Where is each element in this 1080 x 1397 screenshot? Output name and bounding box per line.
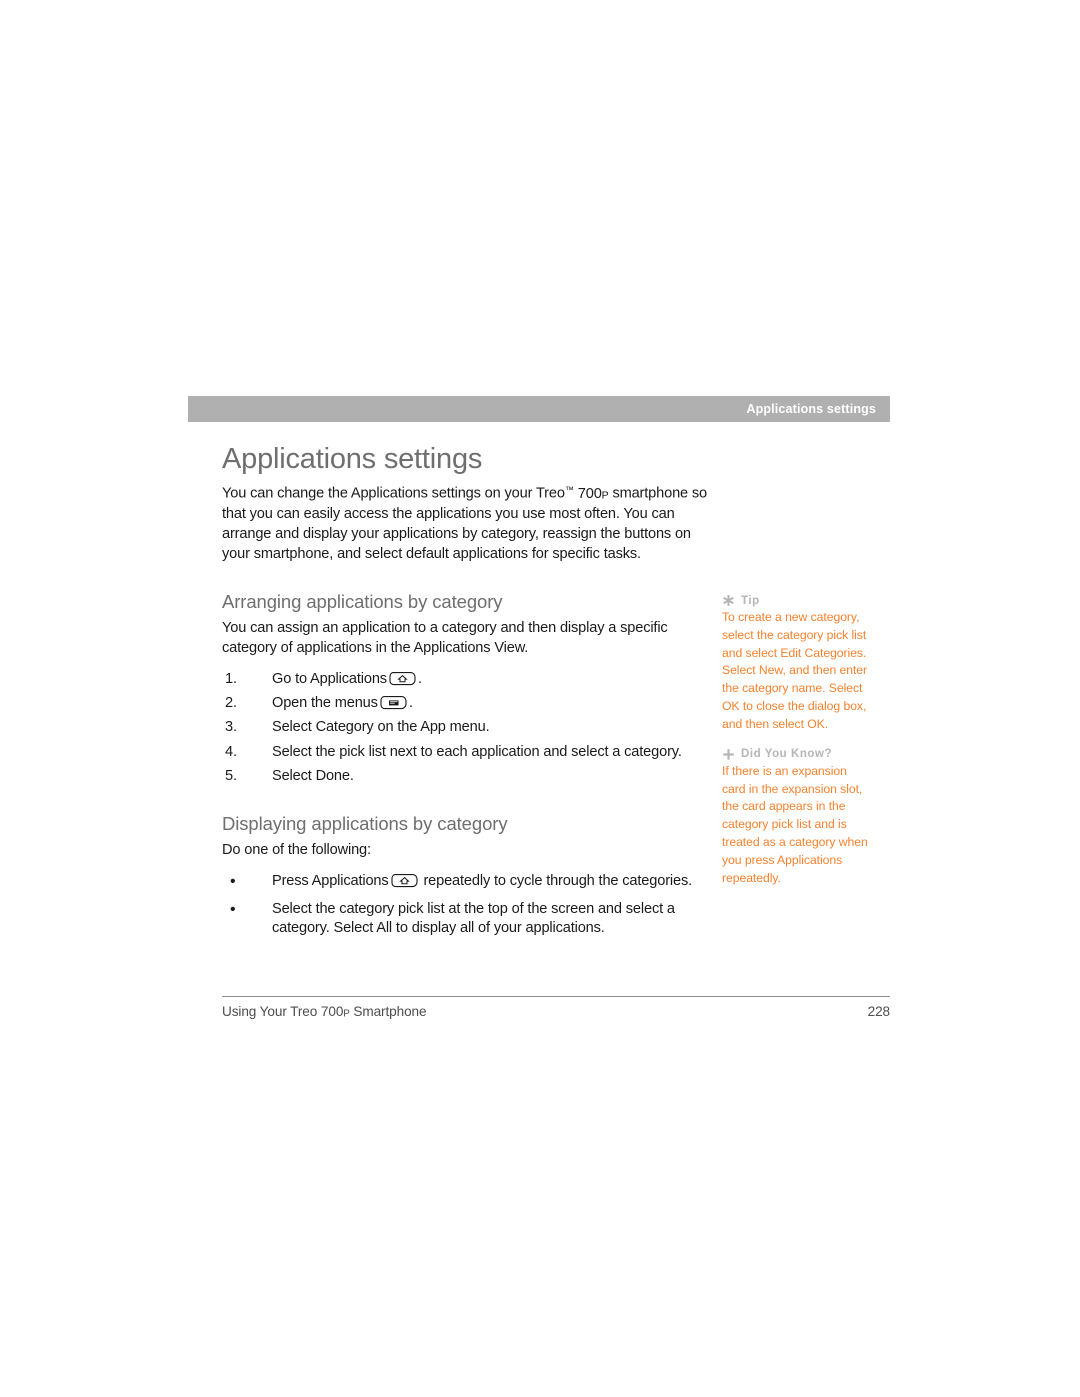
list-item: 5. Select Done. (222, 767, 710, 786)
footer-product-number: 700 (320, 1004, 344, 1019)
list-item-text-after: repeatedly to cycle through the categori… (423, 872, 693, 889)
list-item-text: Open the menus (272, 694, 378, 711)
home-key-icon (389, 671, 416, 686)
list-marker: 2. (225, 694, 237, 711)
footer-text-after: Smartphone (349, 1004, 427, 1019)
list-item-text: Press Applications (272, 872, 389, 889)
main-content-column: Applications settings You can change the… (222, 444, 710, 948)
home-key-icon (390, 873, 418, 888)
asterisk-icon (722, 594, 735, 607)
page-title: Applications settings (222, 443, 483, 475)
sidenote-tip: Tip To create a new category, select the… (722, 594, 872, 734)
intro-paragraph: You can change the Applications settings… (222, 484, 710, 564)
plus-icon (722, 748, 735, 761)
footer-text-before: Using Your Treo (222, 1004, 321, 1019)
section-title-displaying: Displaying applications by category (222, 812, 508, 834)
list-item-text-after: . (417, 670, 422, 687)
list-marker: 5. (225, 768, 237, 785)
trademark-symbol: ™ (564, 485, 574, 496)
menu-key-icon (380, 695, 407, 710)
sidenotes-column: Tip To create a new category, select the… (722, 594, 872, 887)
sidenote-did-you-know: Did You Know? If there is an expansion c… (722, 748, 872, 888)
sidenote-did-you-know-header: Did You Know? (722, 748, 872, 761)
list-item: 1. Go to Applications. (222, 670, 710, 689)
list-marker: 1. (225, 670, 237, 687)
list-item-text: Select Done. (272, 768, 354, 785)
sidenote-did-you-know-label: Did You Know? (741, 748, 833, 761)
list-item: 3. Select Category on the App menu. (222, 718, 710, 737)
sidenote-tip-header: Tip (722, 594, 872, 607)
footer: Using Your Treo 700P Smartphone 228 (222, 1004, 890, 1019)
bullet-marker: • (230, 900, 236, 918)
running-head-bar: Applications settings (188, 396, 890, 422)
list-item-text: Select the category pick list at the top… (272, 900, 675, 937)
list-item: • Press Applications repeatedly to cycle … (222, 872, 710, 891)
list-marker: 4. (225, 743, 237, 760)
sidenote-tip-body: To create a new category, select the cat… (722, 610, 868, 731)
section-intro-arranging: You can assign an application to a categ… (222, 619, 668, 656)
bullet-list-displaying: • Press Applications repeatedly to cycle … (222, 872, 710, 939)
page-number: 228 (867, 1004, 890, 1019)
steps-list-arranging: 1. Go to Applications. 2. Open the menus. … (222, 670, 710, 787)
footer-divider (222, 996, 890, 997)
list-item: • Select the category pick list at the to… (222, 900, 710, 939)
list-marker: 3. (225, 719, 237, 736)
section-intro-displaying: Do one of the following: (222, 841, 371, 858)
product-number: 700 (577, 486, 602, 503)
running-head-text: Applications settings (746, 402, 876, 416)
footer-left-text: Using Your Treo 700P Smartphone (222, 1004, 427, 1019)
product-suffix: P (601, 489, 609, 502)
document-page: Applications settings Applications setti… (0, 0, 1080, 1397)
bullet-marker: • (230, 872, 236, 890)
list-item-text: Select the pick list next to each applic… (272, 743, 682, 760)
list-item: 4. Select the pick list next to each appl… (222, 743, 710, 762)
sidenote-did-you-know-body: If there is an expansion card in the exp… (722, 763, 868, 885)
list-item-text: Go to Applications (272, 670, 387, 687)
section-title-arranging: Arranging applications by category (222, 590, 503, 612)
list-item: 2. Open the menus. (222, 694, 710, 713)
list-item-text-after: . (408, 694, 413, 711)
intro-text-before: You can change the Applications settings… (222, 486, 565, 503)
sidenote-tip-label: Tip (741, 594, 760, 607)
list-item-text: Select Category on the App menu. (272, 719, 490, 736)
